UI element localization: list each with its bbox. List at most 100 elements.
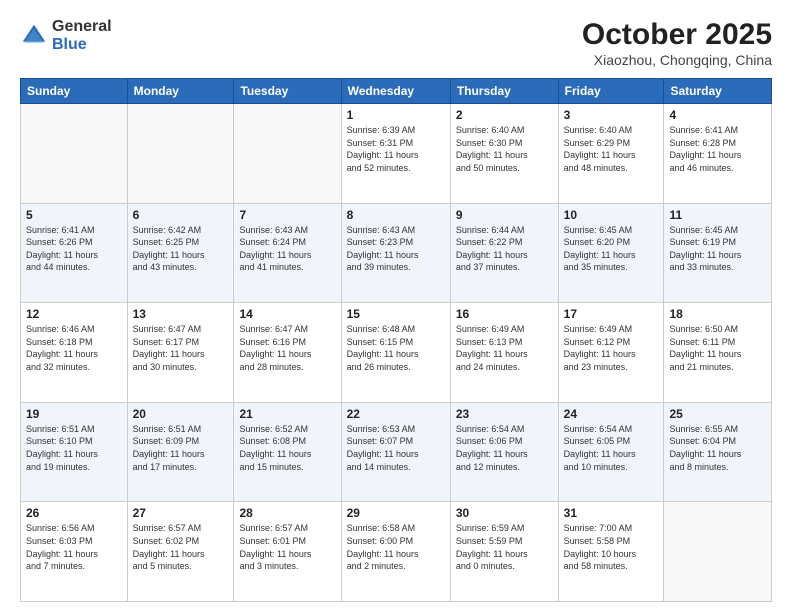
day-number: 31: [564, 506, 659, 520]
day-number: 29: [347, 506, 445, 520]
day-number: 26: [26, 506, 122, 520]
page: General Blue October 2025 Xiaozhou, Chon…: [0, 0, 792, 612]
calendar-cell: 28Sunrise: 6:57 AM Sunset: 6:01 PM Dayli…: [234, 502, 341, 602]
calendar-cell: [664, 502, 772, 602]
day-info: Sunrise: 6:45 AM Sunset: 6:19 PM Dayligh…: [669, 224, 766, 274]
day-number: 16: [456, 307, 553, 321]
day-info: Sunrise: 6:49 AM Sunset: 6:12 PM Dayligh…: [564, 323, 659, 373]
day-info: Sunrise: 6:52 AM Sunset: 6:08 PM Dayligh…: [239, 423, 335, 473]
day-number: 23: [456, 407, 553, 421]
day-number: 19: [26, 407, 122, 421]
calendar-cell: 19Sunrise: 6:51 AM Sunset: 6:10 PM Dayli…: [21, 402, 128, 502]
day-number: 25: [669, 407, 766, 421]
day-info: Sunrise: 6:51 AM Sunset: 6:09 PM Dayligh…: [133, 423, 229, 473]
calendar-cell: [127, 104, 234, 204]
calendar-cell: 31Sunrise: 7:00 AM Sunset: 5:58 PM Dayli…: [558, 502, 664, 602]
calendar-cell: 13 Sunrise: 6:47 AM Sunset: 6:17 PM Dayli…: [127, 303, 234, 403]
calendar-cell: 17Sunrise: 6:49 AM Sunset: 6:12 PM Dayli…: [558, 303, 664, 403]
calendar-week-row: 19Sunrise: 6:51 AM Sunset: 6:10 PM Dayli…: [21, 402, 772, 502]
calendar-cell: 22Sunrise: 6:53 AM Sunset: 6:07 PM Dayli…: [341, 402, 450, 502]
day-number: 28: [239, 506, 335, 520]
day-info: Sunrise: 6:47 AM Sunset: 6:17 PM Dayligh…: [133, 323, 229, 373]
day-number: 7: [239, 208, 335, 222]
calendar-cell: 30Sunrise: 6:59 AM Sunset: 5:59 PM Dayli…: [450, 502, 558, 602]
day-info: Sunrise: 6:43 AM Sunset: 6:24 PM Dayligh…: [239, 224, 335, 274]
day-info: Sunrise: 6:54 AM Sunset: 6:06 PM Dayligh…: [456, 423, 553, 473]
calendar-cell: [234, 104, 341, 204]
calendar-table: SundayMondayTuesdayWednesdayThursdayFrid…: [20, 78, 772, 602]
calendar-cell: 20 Sunrise: 6:51 AM Sunset: 6:09 PM Dayli…: [127, 402, 234, 502]
day-info: Sunrise: 6:39 AM Sunset: 6:31 PM Dayligh…: [347, 124, 445, 174]
calendar-week-row: 1 Sunrise: 6:39 AM Sunset: 6:31 PM Daylig…: [21, 104, 772, 204]
logo-blue-text: Blue: [52, 36, 112, 54]
col-header-sunday: Sunday: [21, 79, 128, 104]
calendar-week-row: 26Sunrise: 6:56 AM Sunset: 6:03 PM Dayli…: [21, 502, 772, 602]
day-info: Sunrise: 6:42 AM Sunset: 6:25 PM Dayligh…: [133, 224, 229, 274]
day-number: 30: [456, 506, 553, 520]
day-number: 22: [347, 407, 445, 421]
day-info: Sunrise: 6:55 AM Sunset: 6:04 PM Dayligh…: [669, 423, 766, 473]
calendar-cell: 10 Sunrise: 6:45 AM Sunset: 6:20 PM Dayli…: [558, 203, 664, 303]
day-number: 14: [239, 307, 335, 321]
calendar-week-row: 12Sunrise: 6:46 AM Sunset: 6:18 PM Dayli…: [21, 303, 772, 403]
day-number: 13: [133, 307, 229, 321]
day-number: 10: [564, 208, 659, 222]
day-number: 5: [26, 208, 122, 222]
calendar-cell: 24 Sunrise: 6:54 AM Sunset: 6:05 PM Dayli…: [558, 402, 664, 502]
calendar-cell: 26Sunrise: 6:56 AM Sunset: 6:03 PM Dayli…: [21, 502, 128, 602]
calendar-cell: 6 Sunrise: 6:42 AM Sunset: 6:25 PM Daylig…: [127, 203, 234, 303]
col-header-saturday: Saturday: [664, 79, 772, 104]
day-number: 2: [456, 108, 553, 122]
calendar-cell: 21 Sunrise: 6:52 AM Sunset: 6:08 PM Dayli…: [234, 402, 341, 502]
calendar-cell: 11 Sunrise: 6:45 AM Sunset: 6:19 PM Dayli…: [664, 203, 772, 303]
day-number: 15: [347, 307, 445, 321]
day-number: 18: [669, 307, 766, 321]
day-number: 11: [669, 208, 766, 222]
day-info: Sunrise: 6:58 AM Sunset: 6:00 PM Dayligh…: [347, 522, 445, 572]
day-number: 6: [133, 208, 229, 222]
calendar-cell: 9 Sunrise: 6:44 AM Sunset: 6:22 PM Daylig…: [450, 203, 558, 303]
day-number: 12: [26, 307, 122, 321]
col-header-friday: Friday: [558, 79, 664, 104]
day-number: 21: [239, 407, 335, 421]
logo-general-text: General: [52, 18, 112, 36]
logo-text: General Blue: [52, 18, 112, 53]
col-header-tuesday: Tuesday: [234, 79, 341, 104]
day-info: Sunrise: 6:48 AM Sunset: 6:15 PM Dayligh…: [347, 323, 445, 373]
day-info: Sunrise: 6:44 AM Sunset: 6:22 PM Dayligh…: [456, 224, 553, 274]
col-header-thursday: Thursday: [450, 79, 558, 104]
day-info: Sunrise: 6:45 AM Sunset: 6:20 PM Dayligh…: [564, 224, 659, 274]
calendar-cell: 2 Sunrise: 6:40 AM Sunset: 6:30 PM Daylig…: [450, 104, 558, 204]
day-info: Sunrise: 6:43 AM Sunset: 6:23 PM Dayligh…: [347, 224, 445, 274]
day-number: 4: [669, 108, 766, 122]
calendar-cell: 18Sunrise: 6:50 AM Sunset: 6:11 PM Dayli…: [664, 303, 772, 403]
col-header-monday: Monday: [127, 79, 234, 104]
day-number: 1: [347, 108, 445, 122]
calendar-cell: 29 Sunrise: 6:58 AM Sunset: 6:00 PM Dayli…: [341, 502, 450, 602]
location: Xiaozhou, Chongqing, China: [582, 52, 772, 68]
day-info: Sunrise: 6:47 AM Sunset: 6:16 PM Dayligh…: [239, 323, 335, 373]
col-header-wednesday: Wednesday: [341, 79, 450, 104]
calendar-cell: 4 Sunrise: 6:41 AM Sunset: 6:28 PM Daylig…: [664, 104, 772, 204]
calendar-cell: 8Sunrise: 6:43 AM Sunset: 6:23 PM Daylig…: [341, 203, 450, 303]
logo: General Blue: [20, 18, 112, 53]
month-title: October 2025: [582, 18, 772, 52]
day-info: Sunrise: 6:41 AM Sunset: 6:28 PM Dayligh…: [669, 124, 766, 174]
day-info: Sunrise: 6:54 AM Sunset: 6:05 PM Dayligh…: [564, 423, 659, 473]
header: General Blue October 2025 Xiaozhou, Chon…: [20, 18, 772, 68]
day-number: 20: [133, 407, 229, 421]
calendar-cell: 14 Sunrise: 6:47 AM Sunset: 6:16 PM Dayli…: [234, 303, 341, 403]
day-info: Sunrise: 6:40 AM Sunset: 6:30 PM Dayligh…: [456, 124, 553, 174]
day-info: Sunrise: 6:57 AM Sunset: 6:02 PM Dayligh…: [133, 522, 229, 572]
calendar-cell: 25 Sunrise: 6:55 AM Sunset: 6:04 PM Dayli…: [664, 402, 772, 502]
calendar-cell: 5Sunrise: 6:41 AM Sunset: 6:26 PM Daylig…: [21, 203, 128, 303]
calendar-cell: 15 Sunrise: 6:48 AM Sunset: 6:15 PM Dayli…: [341, 303, 450, 403]
calendar-cell: [21, 104, 128, 204]
day-number: 9: [456, 208, 553, 222]
day-number: 24: [564, 407, 659, 421]
title-block: October 2025 Xiaozhou, Chongqing, China: [582, 18, 772, 68]
day-number: 27: [133, 506, 229, 520]
calendar-cell: 7 Sunrise: 6:43 AM Sunset: 6:24 PM Daylig…: [234, 203, 341, 303]
calendar-cell: 12Sunrise: 6:46 AM Sunset: 6:18 PM Dayli…: [21, 303, 128, 403]
day-info: Sunrise: 6:40 AM Sunset: 6:29 PM Dayligh…: [564, 124, 659, 174]
